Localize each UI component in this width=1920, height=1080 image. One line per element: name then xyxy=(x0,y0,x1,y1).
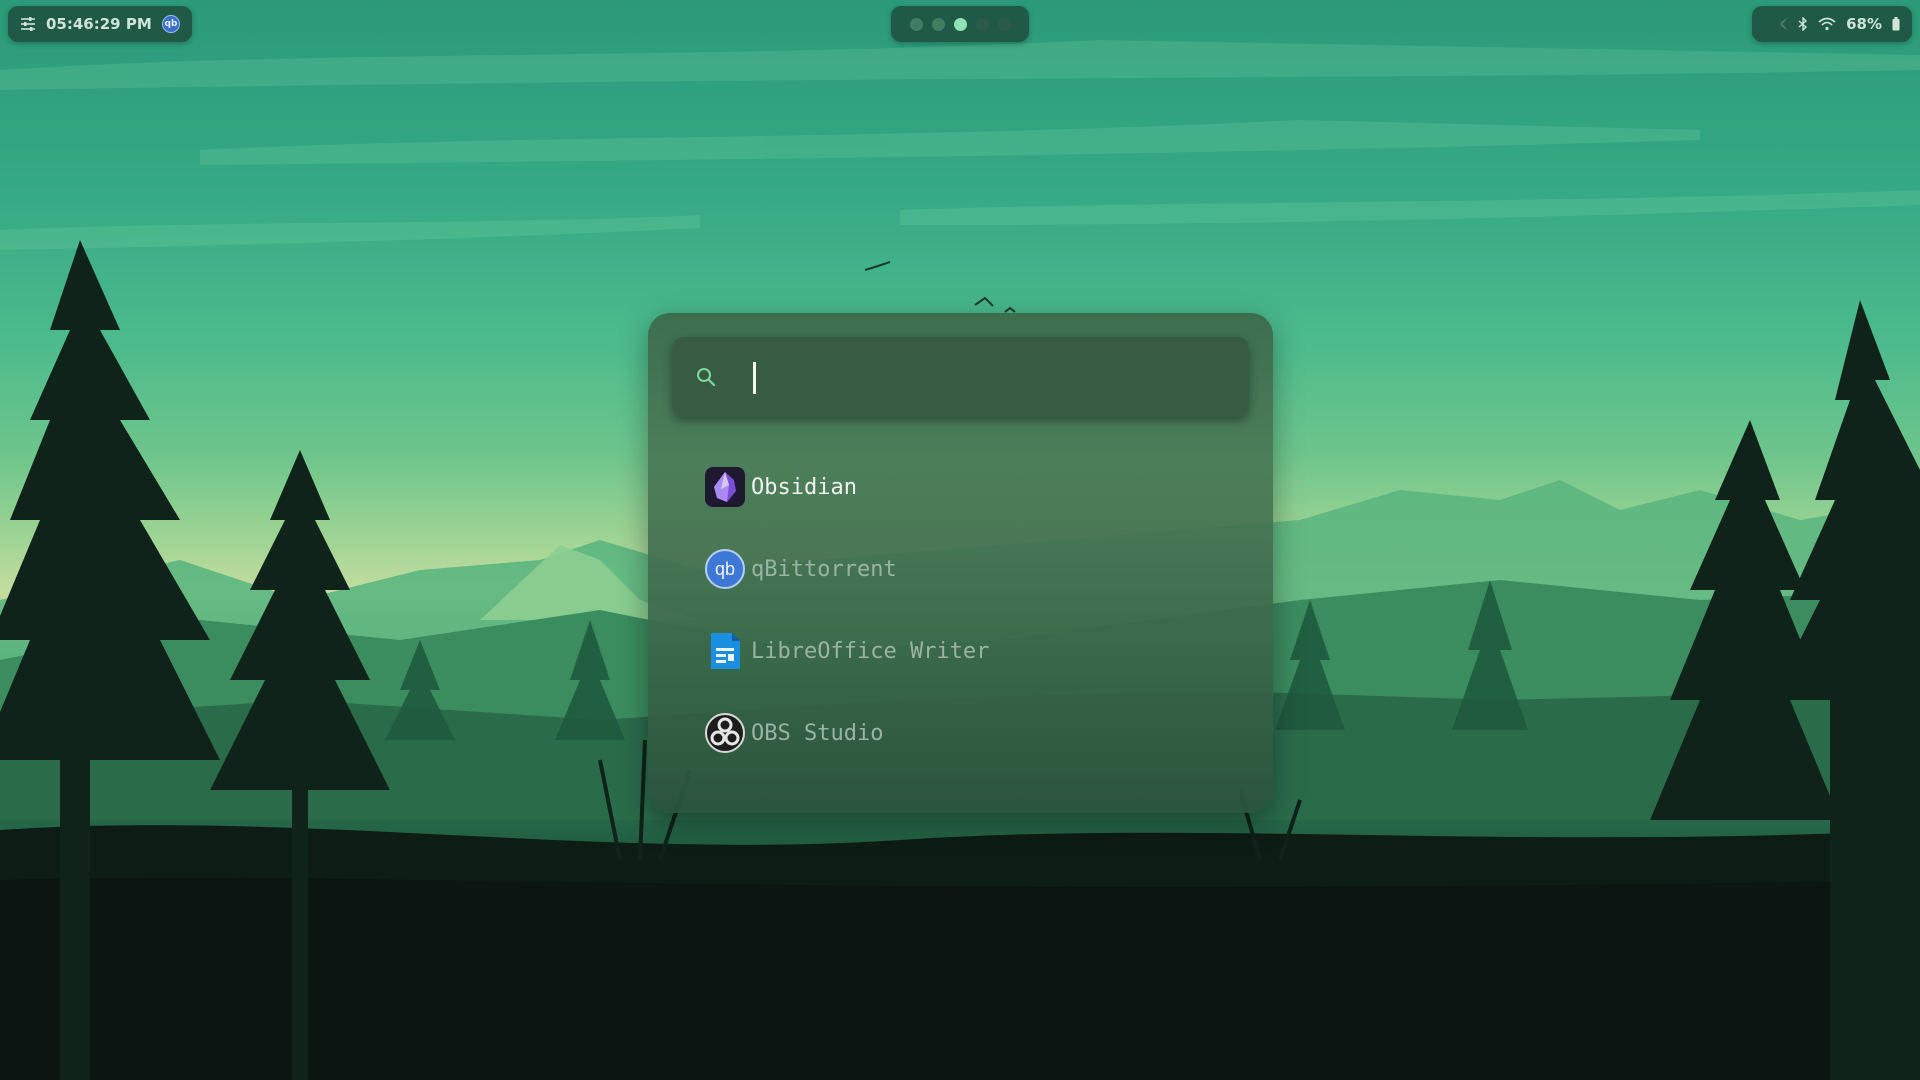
result-item-libreoffice-writer[interactable]: LibreOffice Writer xyxy=(705,628,989,674)
svg-text:qb: qb xyxy=(715,559,735,579)
workspace-2[interactable] xyxy=(931,17,945,31)
topbar-left: 05:46:29 PM qb xyxy=(8,6,192,42)
result-item-obs-studio[interactable]: OBS Studio xyxy=(705,710,883,756)
bluetooth-icon[interactable] xyxy=(1798,17,1808,31)
app-launcher: Obsidian qb qBittorrent LibreOffice Writ… xyxy=(648,313,1273,813)
clock: 05:46:29 PM xyxy=(46,15,152,33)
qbittorrent-icon: qb xyxy=(705,549,745,589)
result-label: qBittorrent xyxy=(751,556,897,582)
workspace-5[interactable] xyxy=(997,17,1011,31)
result-item-obsidian[interactable]: Obsidian xyxy=(705,464,857,510)
result-label: Obsidian xyxy=(751,474,857,500)
libreoffice-writer-icon xyxy=(711,633,740,669)
workspace-1[interactable] xyxy=(909,17,923,31)
workspace-4[interactable] xyxy=(975,17,989,31)
battery-percent: 68% xyxy=(1846,15,1882,33)
qbittorrent-tray-icon[interactable]: qb xyxy=(162,15,180,33)
result-label: LibreOffice Writer xyxy=(751,638,990,664)
result-label: OBS Studio xyxy=(751,720,884,746)
search-box[interactable] xyxy=(672,337,1249,417)
result-item-qbittorrent[interactable]: qb qBittorrent xyxy=(705,546,897,592)
workspace-switcher xyxy=(891,6,1029,42)
workspace-3[interactable] xyxy=(953,17,967,31)
topbar-right: 68% xyxy=(1752,6,1912,42)
desktop: 05:46:29 PM qb 68% Obsidian qb qBittorre… xyxy=(0,0,1920,1080)
search-icon xyxy=(696,367,716,387)
obs-studio-icon xyxy=(705,713,745,753)
battery-icon[interactable] xyxy=(1892,17,1900,31)
sliders-icon[interactable] xyxy=(20,17,36,31)
wifi-icon[interactable] xyxy=(1818,17,1836,31)
text-caret xyxy=(753,362,756,394)
obsidian-icon xyxy=(705,467,745,507)
search-input[interactable] xyxy=(726,356,1249,398)
chevron-left-icon[interactable] xyxy=(1780,18,1788,30)
